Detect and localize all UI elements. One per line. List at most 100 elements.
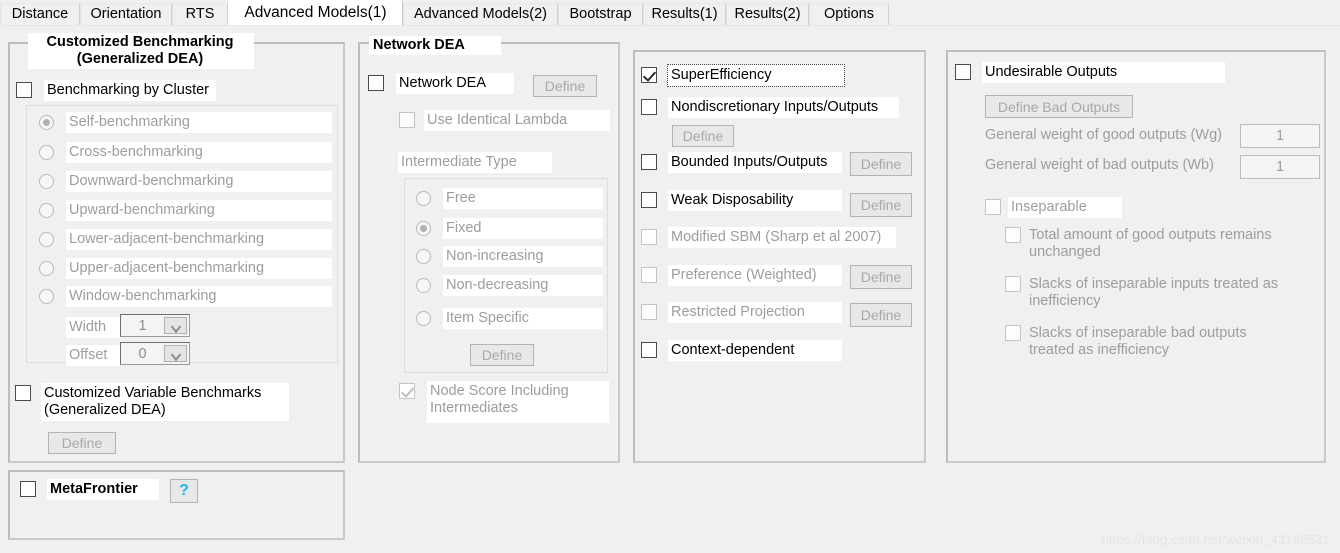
label-slacks-inseparable-bad-outputs: Slacks of inseparable bad outputs treate… <box>1029 325 1247 358</box>
radio-fixed[interactable] <box>416 221 431 236</box>
combo-width-value: 1 <box>138 317 147 334</box>
tab-label: Results(1) <box>651 6 718 23</box>
panel-customized-benchmarking-title: Customized Benchmarking (Generalized DEA… <box>28 33 254 69</box>
tab-distance[interactable]: Distance <box>0 3 80 25</box>
label-undesirable-outputs: Undesirable Outputs <box>982 62 1225 83</box>
checkbox-superefficiency[interactable] <box>641 67 657 83</box>
checkbox-undesirable-outputs[interactable] <box>955 64 971 80</box>
combo-offset-value: 0 <box>138 345 147 362</box>
tab-results-1[interactable]: Results(1) <box>643 3 726 25</box>
checkbox-nondiscretionary-inputs-outputs[interactable] <box>641 99 657 115</box>
tab-orientation[interactable]: Orientation <box>80 3 172 25</box>
tab-options[interactable]: Options <box>809 3 889 25</box>
panel-network-dea-title: Network DEA <box>369 36 501 55</box>
radio-item-specific[interactable] <box>416 311 431 326</box>
watermark: https://blog.csdn.net/weixin_43196531 <box>1101 532 1330 547</box>
define-preference-button[interactable]: Define <box>850 265 912 289</box>
label-width: Width <box>66 317 120 338</box>
checkbox-restricted-projection[interactable] <box>641 304 657 320</box>
checkbox-context-dependent[interactable] <box>641 342 657 358</box>
checkbox-inseparable[interactable] <box>985 199 1001 215</box>
tab-label: Advanced Models(2) <box>414 6 547 23</box>
radio-upward-benchmarking[interactable] <box>39 203 54 218</box>
checkbox-bounded-inputs-outputs[interactable] <box>641 154 657 170</box>
define-restricted-projection-button[interactable]: Define <box>850 303 912 327</box>
tab-label: Advanced Models(1) <box>244 4 387 22</box>
define-bounded-button[interactable]: Define <box>850 152 912 176</box>
checkbox-node-score-including-intermediates[interactable] <box>399 383 415 399</box>
checkbox-modified-sbm[interactable] <box>641 229 657 245</box>
radio-non-decreasing[interactable] <box>416 278 431 293</box>
input-wb-value[interactable]: 1 <box>1240 155 1320 179</box>
label-customized-variable-benchmarks: Customized Variable Benchmarks (Generali… <box>41 383 289 421</box>
label-total-good-outputs-unchanged: Total amount of good outputs remains unc… <box>1029 227 1272 260</box>
checkbox-total-good-outputs-unchanged[interactable] <box>1005 227 1021 243</box>
tab-bootstrap[interactable]: Bootstrap <box>558 3 643 25</box>
metafrontier-help-button[interactable]: ? <box>170 479 198 503</box>
define-variable-benchmarks-button[interactable]: Define <box>48 432 116 454</box>
checkbox-preference-weighted[interactable] <box>641 267 657 283</box>
label-self-benchmarking: Self-benchmarking <box>66 112 332 133</box>
radio-cross-benchmarking[interactable] <box>39 145 54 160</box>
label-upper-adjacent-benchmarking: Upper-adjacent-benchmarking <box>66 258 332 279</box>
tab-label: Distance <box>11 6 69 23</box>
label-bounded-inputs-outputs: Bounded Inputs/Outputs <box>668 152 842 173</box>
define-bad-outputs-button[interactable]: Define Bad Outputs <box>985 95 1133 118</box>
label-item-specific: Item Specific <box>443 308 603 329</box>
label-general-weight-good-outputs: General weight of good outputs (Wg) <box>985 127 1222 143</box>
radio-window-benchmarking[interactable] <box>39 289 54 304</box>
tab-results-2[interactable]: Results(2) <box>726 3 809 25</box>
chevron-down-icon <box>172 351 180 356</box>
checkbox-metafrontier[interactable] <box>20 481 36 497</box>
label-lower-adjacent-benchmarking: Lower-adjacent-benchmarking <box>66 229 332 250</box>
checkbox-slacks-inseparable-bad-outputs[interactable] <box>1005 325 1021 341</box>
input-wg-value[interactable]: 1 <box>1240 124 1320 148</box>
combo-offset-arrow[interactable] <box>164 345 187 362</box>
tab-rts[interactable]: RTS <box>172 3 228 25</box>
label-slacks-inseparable-inputs: Slacks of inseparable inputs treated as … <box>1029 276 1279 309</box>
checkbox-network-dea[interactable] <box>368 75 384 91</box>
combo-width-arrow[interactable] <box>164 317 187 334</box>
define-intermediate-button[interactable]: Define <box>470 344 534 366</box>
label-metafrontier: MetaFrontier <box>47 479 159 500</box>
checkbox-slacks-inseparable-inputs[interactable] <box>1005 276 1021 292</box>
label-preference-weighted: Preference (Weighted) <box>668 265 842 286</box>
label-downward-benchmarking: Downward-benchmarking <box>66 171 332 192</box>
label-non-increasing: Non-increasing <box>443 246 603 267</box>
tab-label: Results(2) <box>734 6 801 23</box>
checkbox-benchmarking-by-cluster[interactable] <box>16 82 32 98</box>
label-intermediate-type: Intermediate Type <box>398 152 552 173</box>
radio-free[interactable] <box>416 191 431 206</box>
label-cross-benchmarking: Cross-benchmarking <box>66 142 332 163</box>
tab-label: Orientation <box>90 6 162 23</box>
combo-offset[interactable]: 0 <box>120 342 190 365</box>
define-weak-disposability-button[interactable]: Define <box>850 193 912 217</box>
chevron-down-icon <box>172 323 180 328</box>
tab-advanced-models-2[interactable]: Advanced Models(2) <box>403 3 558 25</box>
label-modified-sbm: Modified SBM (Sharp et al 2007) <box>668 227 896 248</box>
label-nondiscretionary-inputs-outputs: Nondiscretionary Inputs/Outputs <box>668 97 899 118</box>
tab-label: Bootstrap <box>569 6 632 23</box>
label-benchmarking-by-cluster: Benchmarking by Cluster <box>44 80 216 101</box>
radio-non-increasing[interactable] <box>416 249 431 264</box>
tab-strip: Distance Orientation RTS Advanced Models… <box>0 0 1340 25</box>
radio-self-benchmarking[interactable] <box>39 115 54 130</box>
checkbox-weak-disposability[interactable] <box>641 192 657 208</box>
label-free: Free <box>443 188 603 209</box>
label-context-dependent: Context-dependent <box>668 340 842 361</box>
checkbox-customized-variable-benchmarks[interactable] <box>15 385 31 401</box>
define-nondiscretionary-button[interactable]: Define <box>672 125 734 147</box>
label-non-decreasing: Non-decreasing <box>443 275 603 296</box>
radio-downward-benchmarking[interactable] <box>39 174 54 189</box>
label-network-dea: Network DEA <box>396 73 514 94</box>
label-node-score-including-intermediates: Node Score Including Intermediates <box>427 381 609 423</box>
checkbox-use-identical-lambda[interactable] <box>399 112 415 128</box>
radio-upper-adjacent-benchmarking[interactable] <box>39 261 54 276</box>
combo-width[interactable]: 1 <box>120 314 190 337</box>
define-network-dea-button[interactable]: Define <box>533 75 597 97</box>
label-weak-disposability: Weak Disposability <box>668 190 842 211</box>
radio-lower-adjacent-benchmarking[interactable] <box>39 232 54 247</box>
label-general-weight-bad-outputs: General weight of bad outputs (Wb) <box>985 157 1214 173</box>
label-superefficiency: SuperEfficiency <box>667 64 845 87</box>
tab-advanced-models-1[interactable]: Advanced Models(1) <box>228 0 403 25</box>
